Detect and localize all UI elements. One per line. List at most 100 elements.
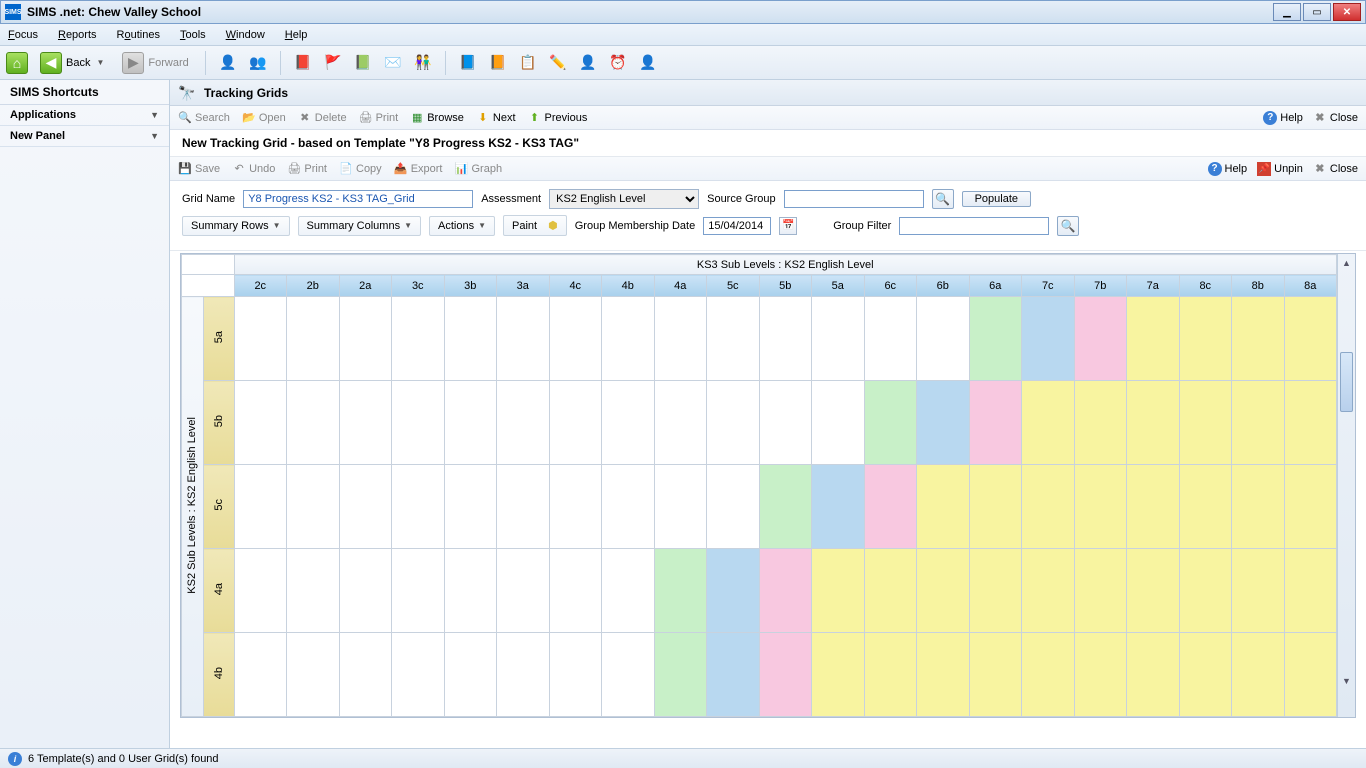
col-header-4a[interactable]: 4a [654, 275, 707, 297]
toolbar-icon-1[interactable]: 👤 [216, 51, 240, 75]
open-button[interactable]: 📂Open [242, 111, 286, 125]
source-group-search-button[interactable]: 🔍 [932, 189, 954, 209]
row-header-5b[interactable]: 5b [203, 381, 234, 465]
col-header-5b[interactable]: 5b [759, 275, 812, 297]
cell[interactable] [1074, 381, 1127, 465]
cell[interactable] [707, 381, 760, 465]
paint-button[interactable]: Paint ⬢ [503, 215, 567, 236]
cell[interactable] [234, 465, 287, 549]
cell[interactable] [1232, 633, 1285, 717]
cell[interactable] [444, 297, 497, 381]
cell[interactable] [339, 297, 392, 381]
col-header-2c[interactable]: 2c [234, 275, 287, 297]
sidebar-item-applications[interactable]: Applications ▼ [0, 105, 169, 126]
cell[interactable] [287, 549, 340, 633]
cell[interactable] [759, 465, 812, 549]
cell[interactable] [234, 633, 287, 717]
col-header-8b[interactable]: 8b [1232, 275, 1285, 297]
cell[interactable] [602, 297, 655, 381]
home-icon[interactable]: ⌂ [6, 52, 28, 74]
back-button[interactable]: ◀ Back ▼ [34, 50, 110, 76]
cell[interactable] [392, 381, 445, 465]
cell[interactable] [654, 549, 707, 633]
cell[interactable] [917, 381, 970, 465]
cell[interactable] [444, 633, 497, 717]
cell[interactable] [812, 633, 865, 717]
grid-name-input[interactable] [243, 190, 473, 208]
assessment-select[interactable]: KS2 English Level [549, 189, 699, 209]
cell[interactable] [234, 297, 287, 381]
cell[interactable] [1074, 549, 1127, 633]
cell[interactable] [1127, 465, 1180, 549]
next-button[interactable]: ⬇Next [476, 111, 516, 125]
cell[interactable] [1179, 549, 1232, 633]
menu-focus[interactable]: Focus [8, 29, 38, 41]
forward-button[interactable]: ▶ Forward [116, 50, 194, 76]
browse-button[interactable]: ▦Browse [410, 111, 464, 125]
col-header-2a[interactable]: 2a [339, 275, 392, 297]
sidebar-item-new-panel[interactable]: New Panel ▼ [0, 126, 169, 147]
search-button[interactable]: 🔍Search [178, 111, 230, 125]
cell[interactable] [654, 381, 707, 465]
col-header-7b[interactable]: 7b [1074, 275, 1127, 297]
scroll-down-icon[interactable]: ▼ [1338, 672, 1355, 690]
cell[interactable] [339, 633, 392, 717]
col-header-5c[interactable]: 5c [707, 275, 760, 297]
col-header-8c[interactable]: 8c [1179, 275, 1232, 297]
cell[interactable] [1074, 297, 1127, 381]
cell[interactable] [1179, 465, 1232, 549]
unpin-link[interactable]: 📌Unpin [1257, 162, 1303, 176]
menu-reports[interactable]: Reports [58, 29, 97, 41]
summary-columns-dropdown[interactable]: Summary Columns▼ [298, 216, 421, 236]
cell[interactable] [602, 633, 655, 717]
summary-rows-dropdown[interactable]: Summary Rows▼ [182, 216, 290, 236]
toolbar-icon-3[interactable]: 📕 [291, 51, 315, 75]
cell[interactable] [707, 465, 760, 549]
toolbar-icon-14[interactable]: 👤 [636, 51, 660, 75]
col-header-5a[interactable]: 5a [812, 275, 865, 297]
cell[interactable] [969, 381, 1022, 465]
cell[interactable] [234, 549, 287, 633]
col-header-6c[interactable]: 6c [864, 275, 917, 297]
cell[interactable] [497, 381, 550, 465]
toolbar-icon-6[interactable]: ✉️ [381, 51, 405, 75]
cell[interactable] [654, 297, 707, 381]
toolbar-icon-7[interactable]: 👫 [411, 51, 435, 75]
row-header-4a[interactable]: 4a [203, 549, 234, 633]
cell[interactable] [1022, 465, 1075, 549]
cell[interactable] [812, 381, 865, 465]
cell[interactable] [392, 549, 445, 633]
cell[interactable] [444, 549, 497, 633]
toolbar-icon-9[interactable]: 📙 [486, 51, 510, 75]
cell[interactable] [287, 297, 340, 381]
cell[interactable] [444, 465, 497, 549]
cell[interactable] [444, 381, 497, 465]
cell[interactable] [1127, 297, 1180, 381]
cell[interactable] [1022, 297, 1075, 381]
cell[interactable] [1179, 297, 1232, 381]
cell[interactable] [969, 549, 1022, 633]
calendar-icon[interactable]: 📅 [779, 217, 797, 235]
cell[interactable] [1232, 549, 1285, 633]
toolbar-icon-13[interactable]: ⏰ [606, 51, 630, 75]
cell[interactable] [864, 297, 917, 381]
cell[interactable] [864, 633, 917, 717]
col-header-3b[interactable]: 3b [444, 275, 497, 297]
close-link-2[interactable]: ✖Close [1313, 162, 1358, 176]
toolbar-icon-10[interactable]: 📋 [516, 51, 540, 75]
previous-button[interactable]: ⬆Previous [528, 111, 588, 125]
col-header-6a[interactable]: 6a [969, 275, 1022, 297]
col-header-8a[interactable]: 8a [1284, 275, 1337, 297]
col-header-3a[interactable]: 3a [497, 275, 550, 297]
cell[interactable] [339, 381, 392, 465]
cell[interactable] [497, 633, 550, 717]
col-header-7c[interactable]: 7c [1022, 275, 1075, 297]
print-button[interactable]: 🖨Print [359, 111, 399, 125]
populate-button[interactable]: Populate [962, 191, 1031, 207]
minimize-button[interactable]: ▁ [1273, 3, 1301, 21]
cell[interactable] [1074, 633, 1127, 717]
cell[interactable] [1127, 381, 1180, 465]
toolbar-icon-12[interactable]: 👤 [576, 51, 600, 75]
cell[interactable] [759, 381, 812, 465]
toolbar-icon-4[interactable]: 🚩 [321, 51, 345, 75]
